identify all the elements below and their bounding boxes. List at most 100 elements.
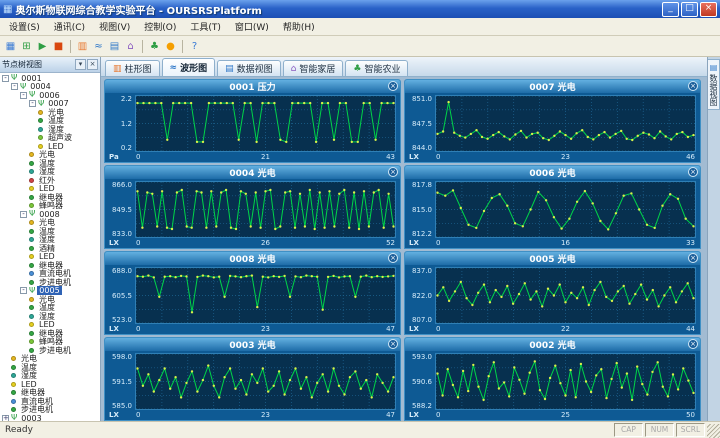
bar-chart-icon[interactable]: ▥ <box>75 39 90 54</box>
x-axis-label: 0 <box>436 153 441 161</box>
tree-item[interactable]: - Ψ 0004 <box>0 82 100 91</box>
sensor-icon <box>29 194 34 200</box>
dock-close-icon[interactable]: × <box>87 59 98 70</box>
data-point <box>195 140 199 144</box>
smart-home-icon[interactable]: ⌂ <box>123 39 138 54</box>
minimize-button[interactable]: _ <box>662 1 679 17</box>
tab-data-view[interactable]: ▤ 数据视图 <box>217 60 281 76</box>
tree-item[interactable]: 步进电机 <box>0 346 100 355</box>
y-axis-label: 822.0 <box>411 291 432 300</box>
data-point <box>239 276 243 279</box>
chart-close-button[interactable]: × <box>388 253 398 263</box>
data-point <box>482 209 486 213</box>
tree-expand-toggle[interactable]: - <box>29 100 36 108</box>
chart-close-button[interactable]: × <box>688 253 698 263</box>
config-icon[interactable]: ▦ <box>3 39 18 54</box>
tree-expand-toggle[interactable]: - <box>11 83 18 91</box>
tab-smart-home[interactable]: ⌂ 智能家居 <box>282 60 344 76</box>
status-cap: CAP <box>614 423 643 437</box>
data-point <box>359 275 362 278</box>
data-point <box>338 192 341 195</box>
data-point <box>303 225 307 228</box>
tree-item[interactable]: 蜂鸣器 <box>0 201 100 210</box>
close-button[interactable]: × <box>700 1 717 17</box>
tree-item[interactable]: 红外 <box>0 176 100 185</box>
tree-item[interactable]: LED <box>0 380 100 389</box>
menu-comm[interactable]: 通讯(C) <box>47 19 92 34</box>
tree-expand-toggle[interactable]: - <box>20 91 27 99</box>
sensor-icon <box>11 398 16 404</box>
chart-close-button[interactable]: × <box>688 81 698 91</box>
tree-item[interactable]: - Ψ 0001 <box>0 74 100 83</box>
view-tab-strip: ▥ 柱形图 ≈ 波形图 ▤ 数据视图 ⌂ 智能家居 ♣ 智能农业 <box>101 57 707 77</box>
data-table-icon[interactable]: ▤ <box>107 39 122 54</box>
data-point <box>326 275 330 279</box>
tree-item[interactable]: - Ψ 0006 <box>0 91 100 100</box>
tab-smart-agriculture[interactable]: ♣ 智能农业 <box>345 60 409 76</box>
axis-unit-label: LX <box>109 411 119 419</box>
data-point <box>158 295 161 298</box>
y-axis-label: 807.0 <box>411 316 432 324</box>
data-point <box>615 361 618 365</box>
tree-item[interactable]: 光电 <box>0 354 100 363</box>
chart-close-button[interactable]: × <box>688 167 698 177</box>
waveform-icon[interactable]: ≈ <box>91 39 106 54</box>
data-point <box>436 372 439 375</box>
tree-expand-toggle[interactable]: - <box>20 210 27 218</box>
help-icon[interactable]: ? <box>187 39 202 54</box>
tree-item[interactable]: 酒精 <box>0 244 100 253</box>
tree-item-label: 步进电机 <box>39 345 71 355</box>
y-axis-label: 593.0 <box>411 353 432 361</box>
menu-window[interactable]: 窗口(W) <box>228 19 276 34</box>
node-manager-icon[interactable]: ● <box>163 39 178 54</box>
tree-item[interactable]: 超声波 <box>0 133 100 142</box>
menu-help[interactable]: 帮助(H) <box>276 19 322 34</box>
sensor-icon <box>38 126 43 132</box>
data-point <box>653 226 656 230</box>
y-axis-label: 2.2 <box>120 95 132 103</box>
tree-expand-toggle[interactable]: - <box>20 287 27 295</box>
menu-settings[interactable]: 设置(S) <box>2 19 47 34</box>
stop-icon[interactable]: ■ <box>51 39 66 54</box>
tree-item[interactable]: 温度 <box>0 363 100 372</box>
data-point <box>651 370 654 374</box>
tab-label: 柱形图 <box>124 65 152 75</box>
data-point <box>243 101 246 105</box>
maximize-button[interactable]: □ <box>681 1 698 17</box>
tree-item[interactable]: 湿度 <box>0 371 100 380</box>
menu-control[interactable]: 控制(O) <box>137 19 183 34</box>
data-point <box>386 275 390 278</box>
data-point <box>293 226 297 229</box>
data-point <box>544 199 548 202</box>
tab-bar-chart[interactable]: ▥ 柱形图 <box>105 60 160 76</box>
menu-tools[interactable]: 工具(T) <box>183 19 228 34</box>
data-point <box>141 384 145 387</box>
waveform-svg <box>435 353 696 410</box>
menu-view[interactable]: 视图(V) <box>92 19 137 34</box>
right-dock-tab[interactable]: ▤ 数据视图 <box>708 59 720 110</box>
data-point <box>666 395 670 398</box>
serial-connect-icon[interactable]: ⊞ <box>19 39 34 54</box>
tab-waveform[interactable]: ≈ 波形图 <box>161 58 216 76</box>
data-point <box>500 295 503 299</box>
smart-agriculture-icon[interactable]: ♣ <box>147 39 162 54</box>
data-point <box>320 101 324 105</box>
data-point <box>359 387 362 390</box>
data-point <box>523 282 526 285</box>
chart-close-button[interactable]: × <box>388 167 398 177</box>
resize-grip[interactable] <box>707 424 720 438</box>
dock-menu-icon[interactable]: ▾ <box>75 59 86 70</box>
data-point <box>272 275 275 278</box>
tree-item[interactable]: 步进电机 <box>0 278 100 287</box>
data-point <box>436 191 439 194</box>
data-point <box>639 283 643 286</box>
data-point <box>517 292 521 296</box>
data-point <box>142 101 145 105</box>
start-icon[interactable]: ▶ <box>35 39 50 54</box>
tree-item[interactable]: 湿度 <box>0 312 100 321</box>
chart-close-button[interactable]: × <box>388 339 398 349</box>
chart-close-button[interactable]: × <box>388 81 398 91</box>
tree-expand-toggle[interactable]: - <box>2 74 9 82</box>
sensor-icon <box>38 143 43 149</box>
chart-close-button[interactable]: × <box>688 339 698 349</box>
